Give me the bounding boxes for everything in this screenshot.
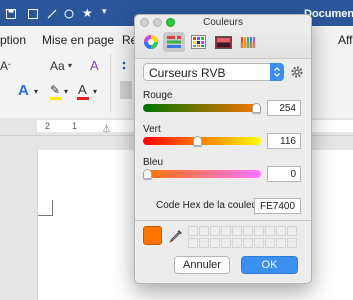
- swatch-slot[interactable]: [243, 238, 253, 248]
- colors-panel: Couleurs Curseurs RVB Rouge 254 Vert 116…: [134, 14, 312, 284]
- font-color-dropdown-icon[interactable]: ▾: [93, 87, 97, 96]
- swatch-slot[interactable]: [276, 226, 286, 236]
- swatch-slot[interactable]: [210, 226, 220, 236]
- crayons-icon: [240, 37, 256, 48]
- color-palettes-tab[interactable]: [187, 32, 209, 52]
- margin-corner-mark: [52, 200, 53, 216]
- cancel-button[interactable]: Annuler: [174, 256, 230, 274]
- saved-swatches: [188, 226, 304, 250]
- font-color-bar: [77, 97, 89, 100]
- swatch-slot[interactable]: [265, 238, 275, 248]
- tab-insertion[interactable]: ption: [0, 33, 26, 47]
- gear-icon[interactable]: [290, 65, 304, 79]
- red-slider-track[interactable]: [143, 104, 261, 112]
- ruler-number: 1: [72, 121, 78, 131]
- color-palettes-icon: [190, 35, 206, 49]
- blue-value-field[interactable]: 0: [267, 166, 301, 182]
- swatch-slot[interactable]: [199, 226, 209, 236]
- bullet-list-icon[interactable]: [122, 60, 132, 72]
- blue-slider-thumb[interactable]: [143, 169, 152, 179]
- highlight-dropdown-icon[interactable]: ▾: [64, 87, 68, 96]
- color-wheel-icon: [144, 35, 158, 49]
- green-slider-track[interactable]: [143, 137, 261, 145]
- eyedropper-icon[interactable]: [168, 228, 184, 244]
- blue-slider-label: Bleu: [143, 157, 164, 168]
- undo-icon[interactable]: [28, 9, 38, 19]
- blue-slider-track[interactable]: [143, 170, 261, 178]
- qat-dropdown-icon[interactable]: ▾: [102, 6, 107, 17]
- green-value-field[interactable]: 116: [267, 133, 301, 149]
- clear-formatting-icon[interactable]: A: [90, 58, 99, 73]
- margin-corner-mark: [38, 215, 53, 216]
- highlight-icon[interactable]: ✎: [50, 83, 60, 97]
- swatch-slot[interactable]: [221, 238, 231, 248]
- ok-button[interactable]: OK: [241, 256, 298, 274]
- swatch-slot[interactable]: [265, 226, 275, 236]
- case-dropdown-icon[interactable]: ▾: [68, 61, 72, 70]
- change-case-button[interactable]: Aa: [50, 59, 65, 73]
- swatch-slot[interactable]: [188, 238, 198, 248]
- green-slider-thumb[interactable]: [192, 136, 202, 146]
- crayons-tab[interactable]: [237, 32, 259, 52]
- tab-affichage[interactable]: Aff: [338, 33, 352, 47]
- swatch-slot[interactable]: [254, 238, 264, 248]
- text-effects-dropdown-icon[interactable]: ▾: [34, 87, 38, 96]
- indent-marker-icon[interactable]: ⏃: [102, 122, 111, 135]
- red-value-field[interactable]: 254: [267, 100, 301, 116]
- hex-code-field[interactable]: FE7400: [254, 198, 301, 214]
- color-mode-select[interactable]: Curseurs RVB: [143, 63, 284, 81]
- save-icon[interactable]: [6, 9, 16, 19]
- hex-code-label: Code Hex de la couleur: [156, 200, 261, 211]
- font-color-icon[interactable]: A: [78, 82, 87, 97]
- ruler-number: 2: [45, 121, 51, 131]
- color-mode-value: Curseurs RVB: [149, 66, 226, 80]
- color-sliders-tab[interactable]: [163, 32, 185, 52]
- swatch-slot[interactable]: [287, 226, 297, 236]
- highlight-color-bar: [50, 97, 62, 100]
- swatch-slot[interactable]: [243, 226, 253, 236]
- green-slider-label: Vert: [143, 124, 161, 135]
- swatch-slot[interactable]: [221, 226, 231, 236]
- align-left-button[interactable]: [120, 81, 132, 99]
- swatch-slot[interactable]: [232, 226, 242, 236]
- red-slider-thumb[interactable]: [251, 103, 261, 113]
- color-wheel-tab[interactable]: [140, 32, 162, 52]
- line-shape-icon[interactable]: [47, 9, 57, 19]
- font-size-decrease-button[interactable]: Aˇ: [0, 59, 11, 73]
- swatch-slot[interactable]: [210, 238, 220, 248]
- red-slider-label: Rouge: [143, 90, 173, 101]
- swatch-slot[interactable]: [232, 238, 242, 248]
- current-color-well[interactable]: [143, 226, 162, 245]
- swatch-slot[interactable]: [188, 226, 198, 236]
- swatch-slot[interactable]: [199, 238, 209, 248]
- swatch-slot[interactable]: [254, 226, 264, 236]
- colors-toolbar: [135, 30, 311, 59]
- panel-divider: [135, 220, 311, 221]
- chevron-updown-icon: [270, 63, 284, 81]
- image-palettes-tab[interactable]: [212, 32, 234, 52]
- text-effects-icon[interactable]: A: [18, 82, 29, 99]
- oval-shape-icon[interactable]: [64, 9, 74, 19]
- panel-title: Couleurs: [202, 17, 244, 28]
- swatch-slot[interactable]: [276, 238, 286, 248]
- color-sliders-icon: [167, 35, 181, 48]
- image-palette-icon: [214, 35, 232, 49]
- ribbon-divider: [110, 54, 111, 112]
- swatch-slot[interactable]: [287, 238, 297, 248]
- star-icon[interactable]: ★: [82, 6, 93, 20]
- tab-mise-en-page[interactable]: Mise en page: [42, 33, 114, 47]
